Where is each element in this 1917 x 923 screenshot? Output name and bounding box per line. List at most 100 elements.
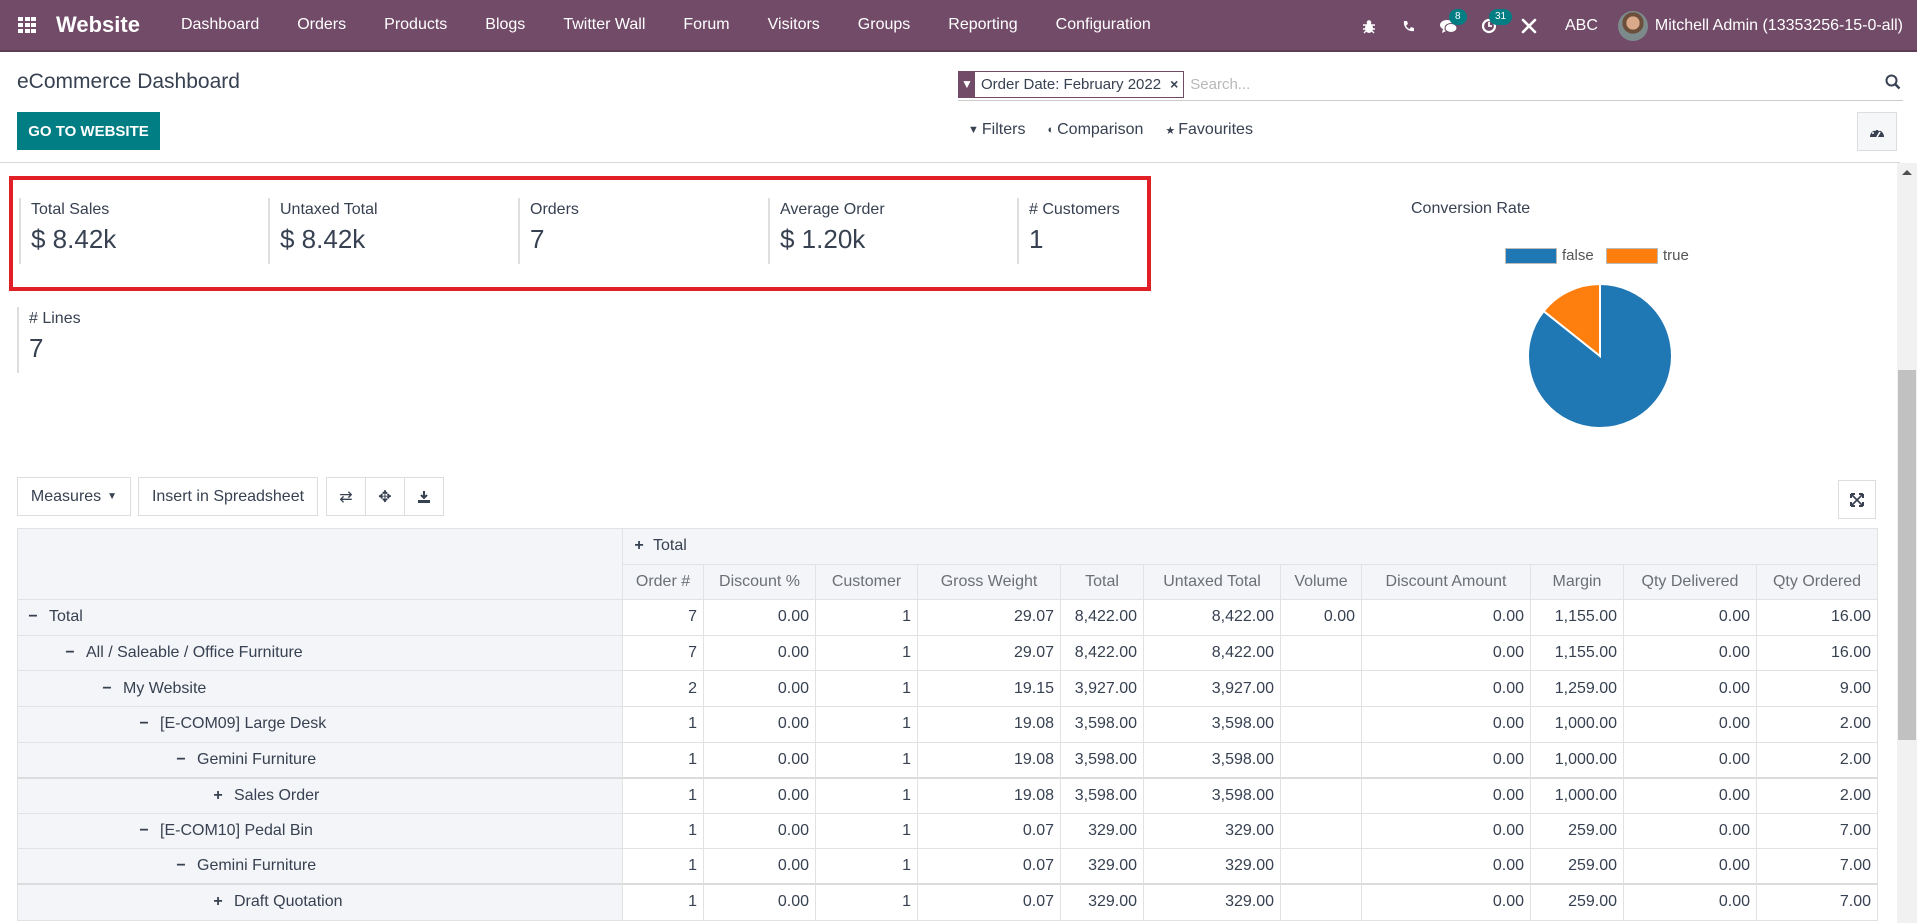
pivot-cell[interactable]: 0.00	[703, 599, 816, 636]
pivot-cell[interactable]: 1,155.00	[1530, 634, 1624, 672]
menu-visitors[interactable]: Visitors	[749, 16, 839, 34]
menu-forum[interactable]: Forum	[664, 16, 748, 34]
pivot-cell[interactable]: 7	[622, 634, 704, 672]
measure-header[interactable]: Total	[1060, 563, 1144, 601]
pivot-cell[interactable]: 329.00	[1060, 848, 1144, 885]
measure-header[interactable]: Order #	[622, 563, 704, 601]
pivot-cell[interactable]: 1	[815, 848, 918, 885]
pivot-cell[interactable]: 0.00	[1280, 599, 1362, 636]
pivot-cell[interactable]: 0.00	[1623, 848, 1757, 885]
pivot-cell[interactable]: 0.00	[1361, 848, 1531, 885]
pivot-cell[interactable]: 259.00	[1530, 812, 1624, 850]
pivot-cell[interactable]: 1	[815, 776, 918, 814]
pivot-cell[interactable]: 0.00	[1623, 670, 1757, 707]
menu-groups[interactable]: Groups	[839, 16, 929, 34]
row-header[interactable]: + Sales Order	[17, 776, 623, 814]
pivot-cell[interactable]: 19.08	[917, 705, 1061, 743]
pivot-cell[interactable]: 0.00	[1361, 634, 1531, 672]
pivot-cell[interactable]: 0.00	[703, 776, 816, 814]
pivot-cell[interactable]: 0.00	[1361, 741, 1531, 779]
pivot-cell[interactable]: 2.00	[1756, 741, 1878, 779]
menu-dashboard[interactable]: Dashboard	[162, 16, 278, 34]
pivot-cell[interactable]: 1	[622, 848, 704, 885]
tools-icon[interactable]	[1509, 0, 1549, 52]
pivot-cell[interactable]: 1,259.00	[1530, 670, 1624, 707]
kpi-untaxed-total[interactable]: Untaxed Total $ 8.42k	[268, 198, 498, 264]
row-header[interactable]: − [E-COM10] Pedal Bin	[17, 812, 623, 850]
pivot-cell[interactable]: 1,000.00	[1530, 741, 1624, 779]
pivot-cell[interactable]: 1	[622, 883, 704, 921]
pivot-cell[interactable]: 0.00	[1623, 599, 1757, 636]
pivot-cell[interactable]: 259.00	[1530, 848, 1624, 885]
expand-all-button[interactable]: ✥	[365, 477, 405, 516]
pivot-cell[interactable]: 329.00	[1060, 812, 1144, 850]
pivot-cell[interactable]	[1280, 741, 1362, 779]
filters-button[interactable]: ▼ Filters	[968, 121, 1025, 139]
pivot-cell[interactable]: 3,598.00	[1143, 741, 1281, 779]
pivot-cell[interactable]: 16.00	[1756, 634, 1878, 672]
comparison-button[interactable]: ◐ Comparison	[1047, 121, 1143, 139]
pivot-cell[interactable]: 1	[622, 705, 704, 743]
measure-header[interactable]: Untaxed Total	[1143, 563, 1281, 601]
pivot-cell[interactable]: 1	[815, 705, 918, 743]
pivot-cell[interactable]: 1	[622, 776, 704, 814]
pivot-cell[interactable]: 1	[815, 599, 918, 636]
pivot-cell[interactable]	[1280, 883, 1362, 921]
row-header[interactable]: − [E-COM09] Large Desk	[17, 705, 623, 743]
pivot-cell[interactable]	[1280, 848, 1362, 885]
pivot-cell[interactable]: 1,000.00	[1530, 776, 1624, 814]
pivot-cell[interactable]: 1	[815, 883, 918, 921]
pivot-cell[interactable]: 19.15	[917, 670, 1061, 707]
pivot-cell[interactable]: 2	[622, 670, 704, 707]
pivot-cell[interactable]: 329.00	[1143, 812, 1281, 850]
pivot-cell[interactable]: 0.07	[917, 883, 1061, 921]
app-name[interactable]: Website	[56, 12, 140, 38]
pivot-cell[interactable]: 329.00	[1143, 883, 1281, 921]
kpi-average-order[interactable]: Average Order $ 1.20k	[768, 198, 998, 264]
col-group-header-total[interactable]: + Total	[622, 528, 1878, 565]
pivot-cell[interactable]: 7.00	[1756, 883, 1878, 921]
pivot-cell[interactable]: 1	[815, 812, 918, 850]
pivot-cell[interactable]	[1280, 705, 1362, 743]
pivot-cell[interactable]: 7.00	[1756, 848, 1878, 885]
favourites-button[interactable]: ★ Favourites	[1165, 121, 1253, 139]
app-switcher-icon[interactable]	[18, 17, 38, 33]
pivot-cell[interactable]: 0.07	[917, 812, 1061, 850]
pivot-cell[interactable]: 8,422.00	[1143, 634, 1281, 672]
pivot-cell[interactable]: 9.00	[1756, 670, 1878, 707]
go-to-website-button[interactable]: GO TO WEBSITE	[17, 112, 160, 150]
pivot-cell[interactable]: 3,927.00	[1143, 670, 1281, 707]
row-header[interactable]: − Total	[17, 599, 623, 636]
row-header[interactable]: − Gemini Furniture	[17, 741, 623, 779]
pivot-cell[interactable]: 1,000.00	[1530, 705, 1624, 743]
menu-reporting[interactable]: Reporting	[929, 16, 1036, 34]
measure-header[interactable]: Qty Delivered	[1623, 563, 1757, 601]
pivot-cell[interactable]: 0.00	[703, 705, 816, 743]
legend-item-false[interactable]: false	[1505, 247, 1594, 264]
measure-header[interactable]: Gross Weight	[917, 563, 1061, 601]
pivot-cell[interactable]: 0.00	[703, 634, 816, 672]
pivot-cell[interactable]: 0.00	[703, 848, 816, 885]
search-input[interactable]	[1190, 75, 1885, 93]
menu-products[interactable]: Products	[365, 16, 466, 34]
pivot-cell[interactable]: 0.00	[1623, 883, 1757, 921]
pivot-cell[interactable]: 3,598.00	[1143, 705, 1281, 743]
pivot-cell[interactable]: 3,598.00	[1060, 776, 1144, 814]
measure-header[interactable]: Margin	[1530, 563, 1624, 601]
facet-remove-icon[interactable]: ×	[1165, 72, 1183, 97]
pivot-cell[interactable]: 0.00	[1623, 776, 1757, 814]
pivot-cell[interactable]: 329.00	[1060, 883, 1144, 921]
pivot-cell[interactable]: 3,598.00	[1143, 776, 1281, 814]
row-header[interactable]: + Draft Quotation	[17, 883, 623, 921]
pivot-cell[interactable]: 0.00	[1361, 705, 1531, 743]
pivot-cell[interactable]: 0.00	[703, 741, 816, 779]
row-header[interactable]: − Gemini Furniture	[17, 848, 623, 885]
pivot-cell[interactable]: 0.00	[1361, 812, 1531, 850]
pivot-cell[interactable]: 2.00	[1756, 776, 1878, 814]
legend-item-true[interactable]: true	[1606, 247, 1689, 264]
pivot-cell[interactable]: 3,927.00	[1060, 670, 1144, 707]
scroll-up-arrow[interactable]	[1902, 170, 1912, 175]
pivot-cell[interactable]: 1	[622, 812, 704, 850]
dashboard-view-button[interactable]	[1857, 112, 1897, 151]
pivot-cell[interactable]: 8,422.00	[1060, 599, 1144, 636]
